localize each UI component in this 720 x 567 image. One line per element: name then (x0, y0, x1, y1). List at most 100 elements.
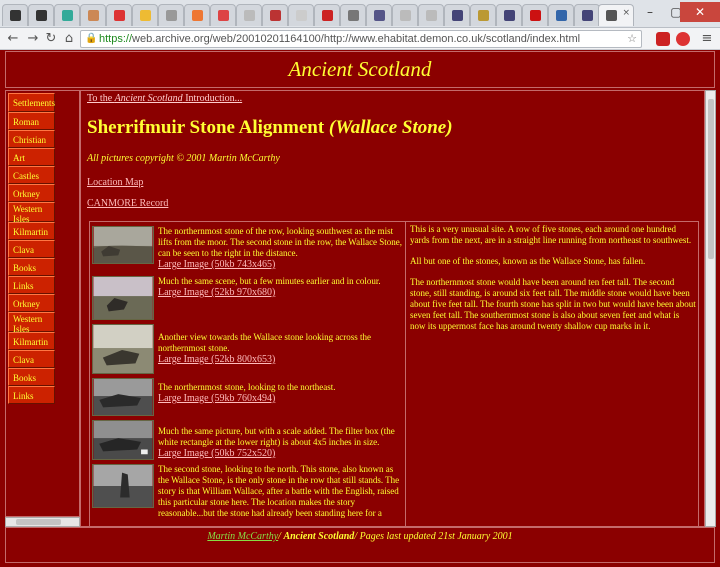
reload-icon[interactable]: ↻ (42, 30, 60, 48)
browser-tab[interactable] (288, 4, 314, 26)
tab-favicon-icon (62, 10, 73, 21)
author-link[interactable]: Martin McCarthy (207, 531, 278, 542)
sidebar-item-clava[interactable]: Clava (8, 350, 55, 368)
photo-row: Much the same picture, but with a scale … (92, 420, 404, 462)
stone-photo-thumbnail[interactable] (92, 420, 154, 460)
sidebar-horizontal-scrollbar[interactable] (5, 517, 80, 527)
sidebar-item-clava[interactable]: Clava (8, 240, 55, 258)
photo-description: The northernmost stone, looking to the n… (158, 382, 404, 404)
bookmark-star-icon[interactable]: ☆ (627, 31, 637, 47)
tab-favicon-icon (556, 10, 567, 21)
scrollbar-thumb[interactable] (16, 519, 61, 525)
browser-menu-icon[interactable]: ≡ (698, 30, 716, 48)
browser-tab[interactable] (314, 4, 340, 26)
large-image-link[interactable]: Large Image (52kb 800x653) (158, 354, 404, 365)
browser-tab[interactable] (522, 4, 548, 26)
photo-row: Much the same scene, but a few minutes e… (92, 274, 404, 322)
browser-tab[interactable] (132, 4, 158, 26)
photo-description: The northernmost stone of the row, looki… (158, 226, 404, 270)
sidebar-item-kilmartin[interactable]: Kilmartin (8, 222, 55, 240)
stone-photo-thumbnail[interactable] (92, 378, 154, 416)
sidebar-item-books[interactable]: Books (8, 368, 55, 386)
sidebar-item-western-isles[interactable]: Western Isles (8, 312, 55, 334)
extension-icon[interactable] (676, 32, 690, 46)
sidebar-item-books[interactable]: Books (8, 258, 55, 276)
extension-icon[interactable] (656, 32, 670, 46)
stone-photo-thumbnail[interactable] (92, 276, 154, 320)
browser-tab[interactable] (444, 4, 470, 26)
browser-tab[interactable] (28, 4, 54, 26)
sidebar-item-roman[interactable]: Roman (8, 112, 55, 130)
large-image-link[interactable]: Large Image (59kb 760x494) (158, 393, 404, 404)
photo-description: Much the same picture, but with a scale … (158, 426, 404, 459)
forward-arrow-icon[interactable]: → (24, 30, 42, 48)
tab-favicon-icon (582, 10, 593, 21)
browser-tab[interactable] (262, 4, 288, 26)
sidebar-item-orkney[interactable]: Orkney (8, 184, 55, 202)
site-description: This is a very unusual site. A row of fi… (410, 224, 696, 342)
tab-favicon-icon (348, 10, 359, 21)
browser-tab[interactable] (106, 4, 132, 26)
canmore-record-link[interactable]: CANMORE Record (87, 198, 168, 209)
sidebar-item-orkney[interactable]: Orkney (8, 294, 55, 312)
browser-tab[interactable] (574, 4, 600, 26)
window-close-button[interactable]: ✕ (680, 2, 720, 22)
main-vertical-scrollbar[interactable] (705, 90, 716, 527)
photo-caption: Much the same picture, but with a scale … (158, 426, 395, 447)
stone-photo-thumbnail[interactable] (92, 464, 154, 508)
browser-tab[interactable] (80, 4, 106, 26)
browser-tab[interactable] (158, 4, 184, 26)
stone-photo-thumbnail[interactable] (92, 226, 154, 264)
sidebar-item-kilmartin[interactable]: Kilmartin (8, 332, 55, 350)
tab-favicon-icon (270, 10, 281, 21)
browser-tab[interactable] (2, 4, 28, 26)
browser-tab[interactable] (236, 4, 262, 26)
url-path: web.archive.org/web/20010201164100/http:… (132, 33, 581, 45)
photo-caption: The second stone, looking to the north. … (158, 464, 400, 518)
photo-description: The second stone, looking to the north. … (158, 464, 404, 519)
photo-caption: Another view towards the Wallace stone l… (158, 332, 372, 353)
back-arrow-icon[interactable]: ← (4, 30, 22, 48)
browser-tab[interactable] (210, 4, 236, 26)
browser-tab[interactable] (54, 4, 80, 26)
browser-tab[interactable] (340, 4, 366, 26)
browser-tab[interactable] (184, 4, 210, 26)
photo-description: Much the same scene, but a few minutes e… (158, 276, 404, 298)
large-image-link[interactable]: Large Image (50kb 743x465) (158, 259, 404, 270)
tab-favicon-icon (192, 10, 203, 21)
location-map-link[interactable]: Location Map (87, 177, 143, 188)
tab-favicon-icon (400, 10, 411, 21)
photo-caption: Much the same scene, but a few minutes e… (158, 276, 381, 286)
home-icon[interactable]: ⌂ (60, 30, 78, 48)
footer-updated-text: / Pages last updated 21st January 2001 (354, 531, 513, 542)
scrollbar-thumb[interactable] (708, 99, 714, 259)
browser-tab-bar: × – ▢ ✕ (0, 0, 720, 28)
address-bar[interactable]: 🔒 https://web.archive.org/web/2001020116… (80, 30, 642, 48)
intro-link[interactable]: To the Ancient Scotland Introduction... (87, 93, 242, 104)
sidebar-item-christian[interactable]: Christian (8, 130, 55, 148)
tab-favicon-icon (296, 10, 307, 21)
tab-close-icon[interactable]: × (622, 8, 630, 18)
stone-photo-thumbnail[interactable] (92, 324, 154, 374)
sidebar-item-links[interactable]: Links (8, 386, 55, 404)
browser-toolbar: ← → ↻ ⌂ 🔒 https://web.archive.org/web/20… (0, 28, 720, 50)
intro-link-suffix: Introduction... (182, 93, 243, 104)
sidebar-item-settlements[interactable]: Settlements (8, 93, 55, 112)
active-browser-tab[interactable]: × (598, 4, 634, 26)
window-minimize-button[interactable]: – (636, 2, 664, 22)
tab-favicon-icon (114, 10, 125, 21)
sidebar-item-art[interactable]: Art (8, 148, 55, 166)
browser-tab[interactable] (392, 4, 418, 26)
copyright-notice: All pictures copyright © 2001 Martin McC… (87, 153, 280, 164)
browser-tab[interactable] (496, 4, 522, 26)
browser-tab[interactable] (418, 4, 444, 26)
sidebar-item-links[interactable]: Links (8, 276, 55, 294)
browser-tab[interactable] (470, 4, 496, 26)
large-image-link[interactable]: Large Image (50kb 752x520) (158, 448, 404, 459)
tab-favicon-icon (322, 10, 333, 21)
sidebar-item-castles[interactable]: Castles (8, 166, 55, 184)
sidebar-item-western-isles[interactable]: Western Isles (8, 202, 55, 224)
browser-tab[interactable] (548, 4, 574, 26)
large-image-link[interactable]: Large Image (52kb 970x680) (158, 287, 404, 298)
browser-tab[interactable] (366, 4, 392, 26)
